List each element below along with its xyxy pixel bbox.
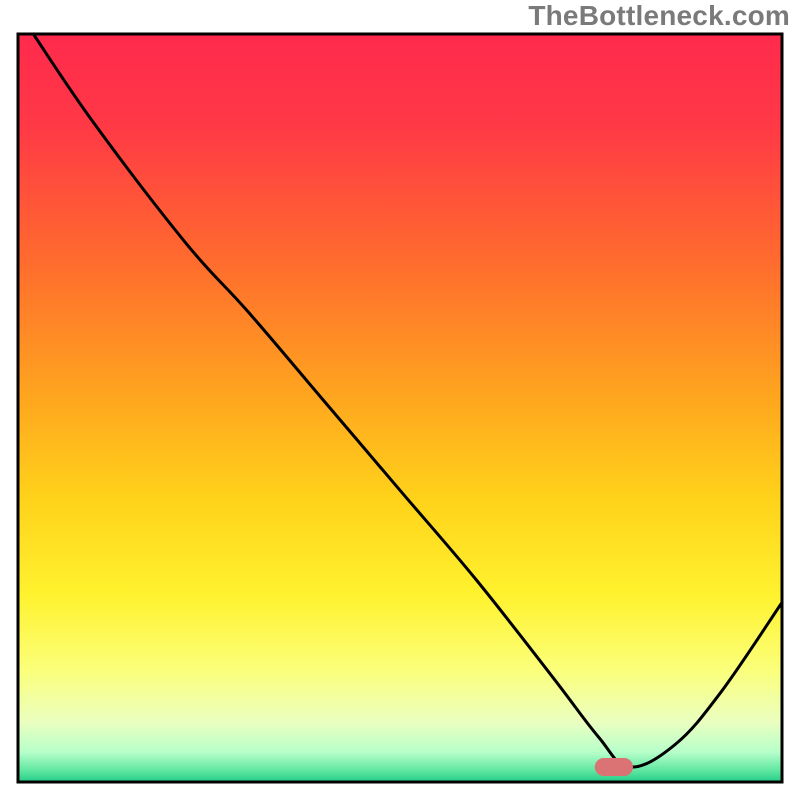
plot-background <box>18 34 782 782</box>
watermark-text: TheBottleneck.com <box>528 0 790 32</box>
chart-svg <box>0 0 800 800</box>
chart-canvas: TheBottleneck.com <box>0 0 800 800</box>
optimum-marker <box>595 758 633 776</box>
